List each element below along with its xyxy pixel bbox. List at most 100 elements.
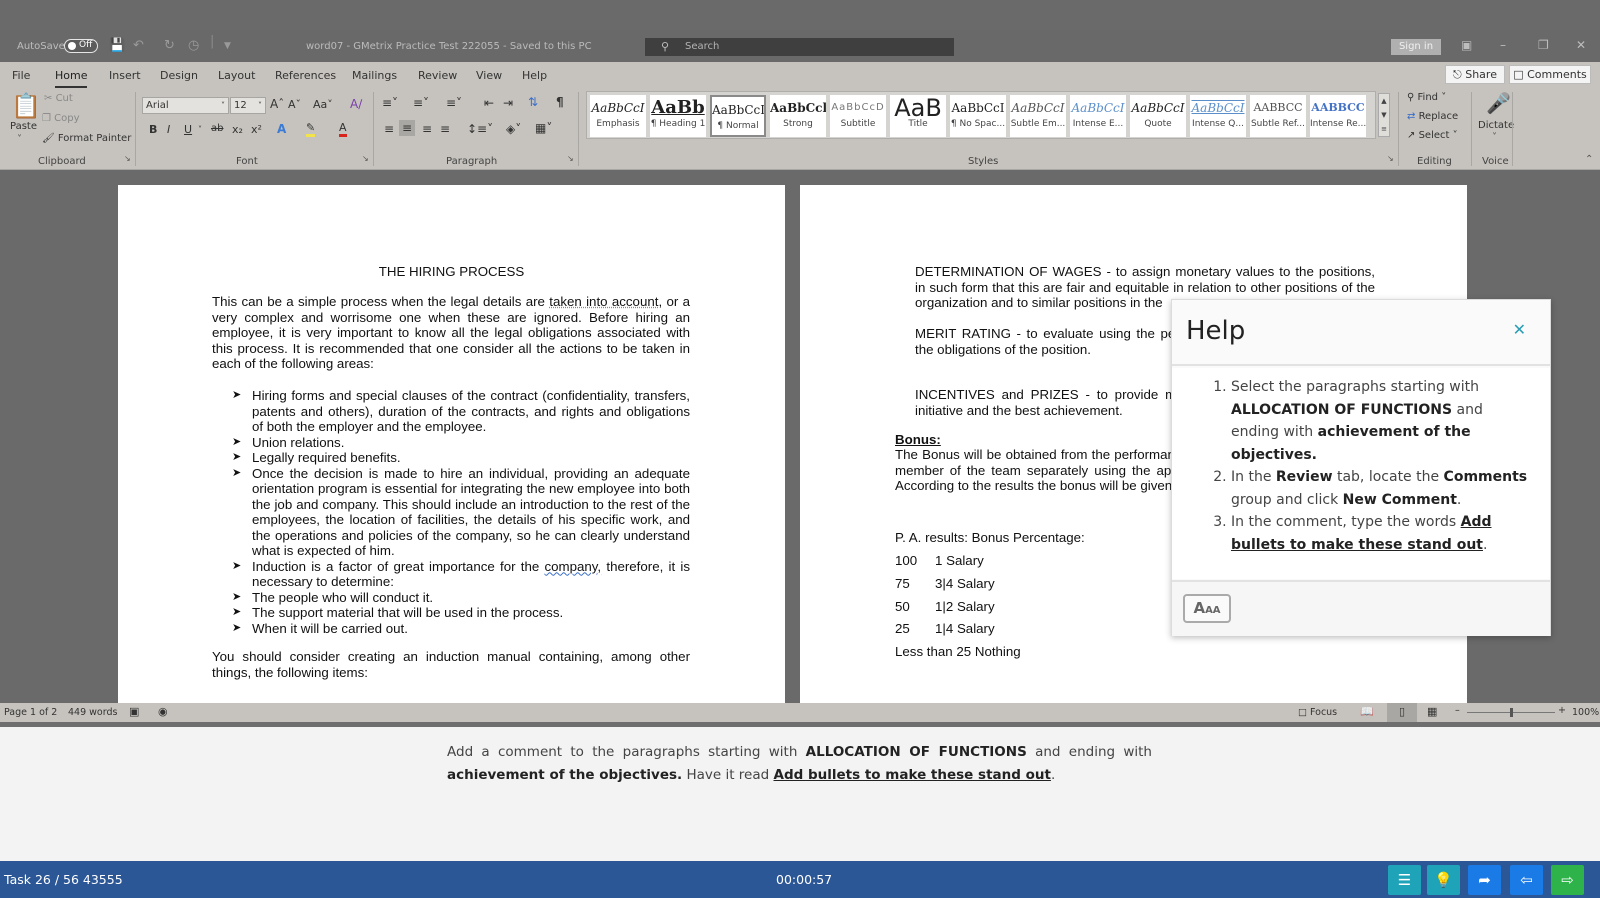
bold-icon[interactable]: B <box>149 123 157 136</box>
superscript-icon[interactable]: x² <box>251 123 262 136</box>
web-layout-icon[interactable]: ▦ <box>1427 705 1437 718</box>
save-icon[interactable]: 💾 <box>109 38 125 53</box>
comments-button[interactable]: □ Comments <box>1509 65 1591 84</box>
cut-button[interactable]: ✂ Cut <box>44 93 73 104</box>
hint-button[interactable]: 💡 <box>1427 865 1460 895</box>
zoom-out-icon[interactable]: – <box>1455 705 1460 716</box>
text-effects-icon[interactable]: A <box>277 122 286 136</box>
undo-icon[interactable]: ↶ <box>133 38 144 53</box>
subscript-icon[interactable]: x₂ <box>232 123 243 136</box>
font-color-icon[interactable]: A <box>339 121 347 137</box>
shrink-font-icon[interactable]: Aˇ <box>288 98 301 111</box>
collapse-ribbon-icon[interactable]: ⌃ <box>1585 154 1593 165</box>
style-intense-reference[interactable]: AABBCC Intense Re... <box>1310 95 1366 137</box>
previous-button[interactable]: ⇦ <box>1510 865 1543 895</box>
tab-view[interactable]: View <box>476 69 502 82</box>
grammar-flagged-text[interactable]: taken into account <box>549 294 658 309</box>
style-intense-quote[interactable]: AaBbCcI Intense Q... <box>1190 95 1246 137</box>
copy-button[interactable]: ❐ Copy <box>42 113 80 124</box>
paste-dropdown-icon[interactable]: ˅ <box>17 134 22 145</box>
format-painter-button[interactable]: 🖌 Format Painter <box>42 133 131 144</box>
style-subtitle[interactable]: AaBbCcD Subtitle <box>830 95 886 137</box>
select-button[interactable]: ↗ Select ˅ <box>1407 130 1458 141</box>
grammar-flagged-text[interactable]: company, <box>544 559 601 574</box>
font-launcher-icon[interactable]: ↘ <box>362 154 369 163</box>
tab-file[interactable]: File <box>12 69 30 82</box>
page-count[interactable]: Page 1 of 2 <box>4 707 57 718</box>
skip-button[interactable]: ➦ <box>1468 865 1501 895</box>
restore-icon[interactable]: ❐ <box>1538 38 1549 52</box>
align-center-icon[interactable]: ≡ <box>399 120 416 136</box>
bullets-icon[interactable]: ≡˅ <box>382 96 398 110</box>
tab-help[interactable]: Help <box>522 69 547 82</box>
numbering-icon[interactable]: ≡˅ <box>413 96 429 110</box>
minimize-icon[interactable]: – <box>1500 38 1506 52</box>
styles-launcher-icon[interactable]: ↘ <box>1387 154 1394 163</box>
justify-icon[interactable]: ≡ <box>440 122 450 136</box>
dictate-button[interactable]: Dictate <box>1478 120 1514 131</box>
zoom-slider[interactable] <box>1467 708 1555 717</box>
style-subtle-emphasis[interactable]: AaBbCcI Subtle Em... <box>1010 95 1066 137</box>
font-name-combo[interactable]: Arial ˅ <box>142 97 229 114</box>
sort-icon[interactable]: ⇅ <box>528 95 538 109</box>
scroll-down-icon[interactable]: ▼ <box>1381 111 1386 119</box>
change-case-button[interactable]: Aa˅ <box>313 98 333 111</box>
customize-qat-icon[interactable]: ▼ <box>224 41 231 51</box>
page-1[interactable]: THE HIRING PROCESS This can be a simple … <box>118 185 785 703</box>
tab-layout[interactable]: Layout <box>218 69 255 82</box>
decrease-indent-icon[interactable]: ⇤ <box>484 96 494 110</box>
show-formatting-icon[interactable]: ¶ <box>556 95 564 109</box>
borders-icon[interactable]: ▦˅ <box>535 121 552 135</box>
paste-icon[interactable]: 📋 <box>11 92 41 120</box>
sign-in-button[interactable]: Sign in <box>1391 39 1441 55</box>
tab-review[interactable]: Review <box>418 69 457 82</box>
find-button[interactable]: ⚲ Find ˅ <box>1407 92 1446 103</box>
proofing-icon[interactable]: ▣ <box>129 705 139 718</box>
clear-formatting-icon[interactable]: A∕ <box>350 97 362 111</box>
macro-record-icon[interactable]: ◉ <box>158 705 168 718</box>
styles-gallery-scroll[interactable]: ▲ ▼ ≡ <box>1378 93 1390 137</box>
shading-icon[interactable]: ◈˅ <box>506 122 521 136</box>
replace-button[interactable]: ⇄ Replace <box>1407 111 1458 122</box>
microphone-icon[interactable]: 🎤 <box>1486 91 1511 115</box>
underline-icon[interactable]: U <box>184 123 192 136</box>
tab-mailings[interactable]: Mailings <box>352 69 397 82</box>
close-icon[interactable]: ✕ <box>1513 320 1526 339</box>
dictate-dropdown-icon[interactable]: ˅ <box>1492 132 1497 143</box>
style-intense-emphasis[interactable]: AaBbCcI Intense E... <box>1070 95 1126 137</box>
menu-button[interactable]: ☰ <box>1388 865 1421 895</box>
autosave-toggle[interactable]: Off <box>64 39 98 53</box>
strikethrough-icon[interactable]: ab <box>211 123 223 134</box>
font-size-combo[interactable]: 12 ˅ <box>230 97 266 114</box>
italic-icon[interactable]: I <box>167 123 170 136</box>
focus-button[interactable]: □ Focus <box>1298 707 1337 718</box>
line-spacing-icon[interactable]: ↕≡˅ <box>467 122 493 136</box>
paragraph-launcher-icon[interactable]: ↘ <box>567 154 574 163</box>
tab-design[interactable]: Design <box>160 69 198 82</box>
zoom-slider-thumb[interactable] <box>1510 708 1513 717</box>
touch-mode-icon[interactable]: ◷ <box>188 38 199 53</box>
style-subtle-reference[interactable]: AABBCC Subtle Ref... <box>1250 95 1306 137</box>
style-normal[interactable]: AaBbCcI ¶ Normal <box>710 95 766 137</box>
style-title[interactable]: AaB Title <box>890 95 946 137</box>
align-right-icon[interactable]: ≡ <box>422 122 432 136</box>
redo-icon[interactable]: ↻ <box>164 38 175 53</box>
text-size-button[interactable]: AAA <box>1183 594 1231 623</box>
close-window-icon[interactable]: ✕ <box>1576 38 1586 52</box>
search-input[interactable]: ⚲ Search <box>645 38 954 56</box>
ribbon-display-options-icon[interactable]: ▣ <box>1461 38 1472 52</box>
tab-insert[interactable]: Insert <box>109 69 141 82</box>
highlight-icon[interactable]: ✎ <box>306 121 316 137</box>
multilevel-list-icon[interactable]: ≡˅ <box>446 96 462 110</box>
align-left-icon[interactable]: ≡ <box>384 122 394 136</box>
next-button[interactable]: ⇨ <box>1551 865 1584 895</box>
zoom-in-icon[interactable]: + <box>1558 705 1566 716</box>
style-quote[interactable]: AaBbCcI Quote <box>1130 95 1186 137</box>
word-count[interactable]: 449 words <box>68 707 117 718</box>
paste-button[interactable]: Paste <box>10 121 37 132</box>
clipboard-launcher-icon[interactable]: ↘ <box>124 154 131 163</box>
underline-dropdown-icon[interactable]: ˅ <box>198 125 202 134</box>
style-no-spacing[interactable]: AaBbCcI ¶ No Spac... <box>950 95 1006 137</box>
print-layout-icon[interactable]: ▯ <box>1387 703 1417 722</box>
scroll-up-icon[interactable]: ▲ <box>1381 97 1386 105</box>
